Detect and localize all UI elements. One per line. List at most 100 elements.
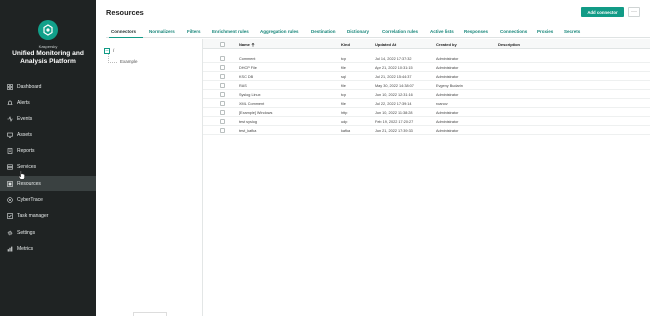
sidebar-item-dashboard[interactable]: Dashboard (0, 79, 96, 94)
cell-name: XML Comment (239, 101, 265, 106)
tab-destination[interactable]: Destination (311, 29, 336, 34)
row-checkbox[interactable] (220, 83, 225, 88)
table-row[interactable]: test_kafka kafka Jun 21, 2022 17:39:33 A… (203, 126, 650, 135)
table-row[interactable]: DHCP File file Apr 21, 2022 10:31:15 Adm… (203, 63, 650, 72)
cell-kind: file (341, 83, 346, 88)
cell-updated: Jun 10, 2022 12:31:16 (375, 92, 413, 97)
sidebar-item-metrics[interactable]: Metrics (0, 241, 96, 256)
tree-scrollbar[interactable] (133, 312, 167, 316)
row-checkbox[interactable] (220, 92, 225, 97)
sidebar-item-assets[interactable]: Assets (0, 127, 96, 142)
tab-connectors[interactable]: Connectors (111, 29, 136, 34)
cell-kind: tcp (341, 92, 347, 97)
folder-tree: – / Example (96, 39, 203, 316)
cell-kind: kafka (341, 128, 351, 133)
main-content: Resources Add connector ··· Connectors N… (96, 0, 650, 316)
sidebar-item-events[interactable]: Events (0, 111, 96, 126)
cell-updated: May 30, 2022 14:38:07 (375, 83, 414, 88)
tab-connections[interactable]: Connections (500, 29, 527, 34)
gear-icon (7, 230, 13, 236)
sidebar-item-cybertrace[interactable]: CyberTrace (0, 192, 96, 207)
tab-filters[interactable]: Filters (187, 29, 201, 34)
cell-updated: Jul 14, 2022 17:37:32 (375, 56, 412, 61)
tab-aggregation-rules[interactable]: Aggregation rules (260, 29, 299, 34)
row-checkbox[interactable] (220, 56, 225, 61)
column-header-name-label: Name (239, 42, 250, 47)
sidebar-item-reports[interactable]: Reports (0, 143, 96, 158)
cell-name: test_kafka (239, 128, 257, 133)
cell-updated: Apr 21, 2022 10:31:15 (375, 65, 413, 70)
cell-name: RAS (239, 83, 247, 88)
sidebar-item-task-manager[interactable]: Task manager (0, 208, 96, 223)
sidebar-item-label: CyberTrace (17, 196, 43, 203)
sidebar-item-label: Reports (17, 147, 35, 154)
hand-cursor-icon (18, 167, 26, 180)
cell-created-by: Administrator (436, 128, 459, 133)
row-checkbox[interactable] (220, 110, 225, 115)
row-checkbox[interactable] (220, 65, 225, 70)
table-row[interactable]: test syslog udp Feb 19, 2022 17:20:27 Ad… (203, 117, 650, 126)
tab-dictionary[interactable]: Dictionary (347, 29, 369, 34)
tree-root-folder[interactable]: / (113, 48, 114, 53)
sidebar-item-label: Metrics (17, 245, 34, 252)
cell-name: KSC DB (239, 74, 254, 79)
resources-icon (7, 180, 13, 187)
tab-enrichment-rules[interactable]: Enrichment rules (212, 29, 249, 34)
column-header-description[interactable]: Description (498, 42, 558, 47)
tab-normalizers[interactable]: Normalizers (149, 29, 175, 34)
cell-created-by: Administrator (436, 74, 459, 79)
cell-name: DHCP File (239, 65, 257, 70)
tab-active-lists[interactable]: Active lists (430, 29, 454, 34)
bell-icon (7, 100, 13, 106)
reports-icon (7, 147, 13, 154)
column-header-created-by[interactable]: Created by (436, 42, 496, 47)
cell-created-by: Administrator (436, 119, 459, 124)
tree-folder-example[interactable]: Example (120, 59, 138, 64)
row-checkbox[interactable] (220, 74, 225, 79)
sort-ascending-icon (251, 42, 255, 47)
sidebar-item-settings[interactable]: Settings (0, 225, 96, 240)
cell-created-by: Administrator (436, 65, 459, 70)
tab-correlation-rules[interactable]: Correlation rules (382, 29, 418, 34)
cybertrace-icon (7, 196, 13, 203)
sidebar-item-label: Assets (17, 131, 33, 138)
cell-name: Syslog Linux (239, 92, 261, 97)
table-row[interactable]: Syslog Linux tcp Jun 10, 2022 12:31:16 A… (203, 90, 650, 99)
tab-proxies[interactable]: Proxies (537, 29, 553, 34)
cell-kind: sql (341, 74, 346, 79)
events-icon (7, 115, 13, 122)
services-icon (7, 164, 13, 170)
row-checkbox[interactable] (220, 128, 225, 133)
cell-created-by: Administrator (436, 110, 459, 115)
tab-secrets[interactable]: Secrets (564, 29, 580, 34)
cell-updated: Jun 21, 2022 17:39:33 (375, 128, 413, 133)
metrics-icon (7, 246, 13, 252)
column-header-kind[interactable]: Kind (341, 42, 371, 47)
table-header: Name Kind Updated At Created by Descript… (203, 39, 650, 49)
more-options-button[interactable]: ··· (628, 7, 640, 17)
table-row[interactable]: KSC DB sql Jul 21, 2022 15:44:37 Adminis… (203, 72, 650, 81)
select-all-checkbox[interactable] (220, 41, 225, 47)
table-row[interactable]: XML Comment file Jul 22, 2022 17:39:14 r… (203, 99, 650, 108)
kaspersky-logo (38, 20, 58, 40)
table-row[interactable]: [Example] Windows http Jun 10, 2022 11:3… (203, 108, 650, 117)
cell-name: Comment (239, 56, 256, 61)
tab-responses[interactable]: Responses (464, 29, 488, 34)
column-header-updated[interactable]: Updated At (375, 42, 435, 47)
sidebar-item-services[interactable]: Services (0, 159, 96, 174)
brand-vendor: Kaspersky (38, 44, 58, 49)
sidebar-item-resources[interactable]: Resources (0, 176, 96, 191)
column-header-name[interactable]: Name (239, 42, 339, 47)
row-checkbox[interactable] (220, 119, 225, 124)
sidebar-item-alerts[interactable]: Alerts (0, 95, 96, 110)
sidebar-item-label: Settings (17, 229, 36, 236)
table-row[interactable]: Comment tcp Jul 14, 2022 17:37:32 Admini… (203, 54, 650, 63)
sidebar-item-label: Dashboard (17, 83, 42, 90)
add-connector-button[interactable]: Add connector (581, 7, 624, 17)
cell-created-by: Administrator (436, 92, 459, 97)
dashboard-icon (7, 83, 13, 90)
sidebar-item-label: Resources (17, 180, 41, 187)
row-checkbox[interactable] (220, 101, 225, 106)
table-row[interactable]: RAS file May 30, 2022 14:38:07 Evgeny Bu… (203, 81, 650, 90)
cell-name: test syslog (239, 119, 257, 124)
